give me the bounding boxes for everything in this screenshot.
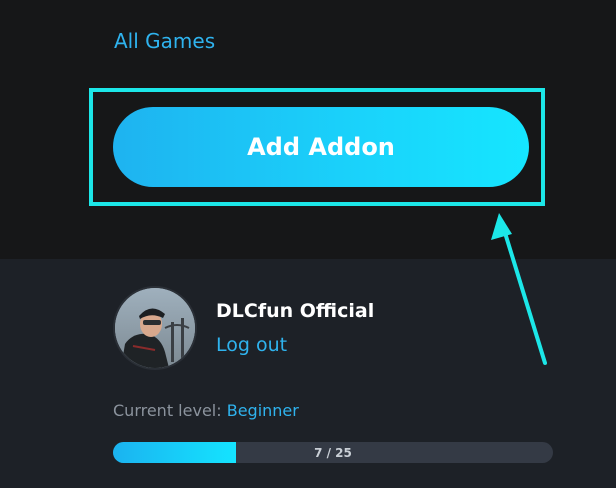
level-row: Current level: Beginner bbox=[113, 401, 299, 420]
username: DLCfun Official bbox=[216, 300, 375, 322]
logout-link[interactable]: Log out bbox=[216, 334, 287, 356]
level-value: Beginner bbox=[226, 401, 299, 420]
level-label: Current level: bbox=[113, 401, 222, 420]
avatar-photo bbox=[115, 288, 195, 368]
highlight-box bbox=[89, 88, 545, 206]
level-progress-bar: 7 / 25 bbox=[113, 442, 553, 463]
avatar[interactable] bbox=[113, 286, 197, 370]
all-games-link[interactable]: All Games bbox=[114, 29, 215, 53]
progress-text: 7 / 25 bbox=[314, 445, 352, 460]
